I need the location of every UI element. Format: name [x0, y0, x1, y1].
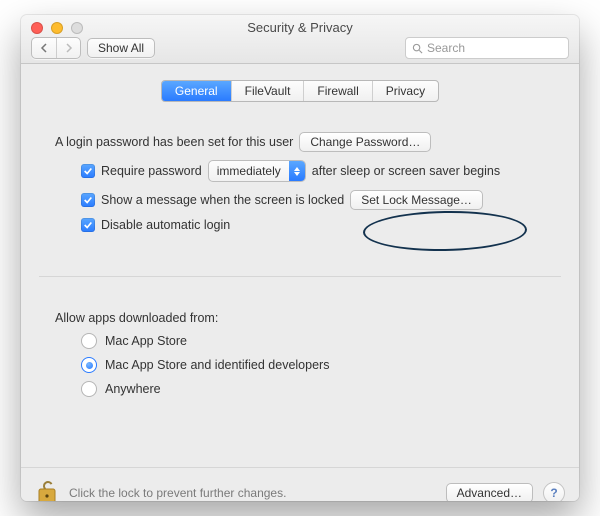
lock-message-label: Show a message when the screen is locked: [101, 193, 344, 207]
radio-identified-devs[interactable]: [81, 357, 97, 373]
stepper-arrows-icon: [289, 161, 305, 181]
require-password-checkbox[interactable]: [81, 164, 95, 178]
tab-firewall[interactable]: Firewall: [303, 81, 371, 101]
gatekeeper-section: Allow apps downloaded from: Mac App Stor…: [39, 295, 561, 415]
require-password-label-before: Require password: [101, 164, 202, 178]
tab-privacy[interactable]: Privacy: [372, 81, 438, 101]
lock-message-checkbox[interactable]: [81, 193, 95, 207]
lock-icon[interactable]: [35, 479, 59, 501]
check-icon: [83, 195, 93, 205]
require-password-label-after: after sleep or screen saver begins: [312, 164, 500, 178]
search-icon: [412, 43, 423, 54]
search-field[interactable]: Search: [405, 37, 569, 59]
titlebar: Security & Privacy Show All Search: [21, 15, 579, 64]
lock-hint: Click the lock to prevent further change…: [69, 486, 286, 500]
tab-bar: General FileVault Firewall Privacy: [161, 80, 439, 102]
radio-anywhere[interactable]: [81, 381, 97, 397]
change-password-button[interactable]: Change Password…: [299, 132, 431, 152]
check-icon: [83, 220, 93, 230]
body: General FileVault Firewall Privacy A log…: [21, 80, 579, 501]
toolbar: Show All Search: [31, 37, 569, 59]
footer: Click the lock to prevent further change…: [21, 467, 579, 501]
nav-segment: [31, 37, 81, 59]
window-title: Security & Privacy: [21, 20, 579, 35]
password-section: A login password has been set for this u…: [39, 120, 561, 250]
tab-filevault[interactable]: FileVault: [231, 81, 304, 101]
gatekeeper-heading: Allow apps downloaded from:: [55, 311, 218, 325]
help-button[interactable]: ?: [543, 482, 565, 501]
advanced-button[interactable]: Advanced…: [446, 483, 533, 501]
set-lock-message-button[interactable]: Set Lock Message…: [350, 190, 483, 210]
forward-button[interactable]: [56, 38, 80, 58]
radio-anywhere-label: Anywhere: [105, 382, 161, 396]
disable-auto-login-label: Disable automatic login: [101, 218, 230, 232]
require-password-delay-select[interactable]: immediately: [208, 160, 306, 182]
tab-general[interactable]: General: [162, 81, 231, 101]
divider: [39, 276, 561, 277]
preferences-window: Security & Privacy Show All Search Gener…: [21, 15, 579, 501]
back-button[interactable]: [32, 38, 56, 58]
radio-mac-app-store[interactable]: [81, 333, 97, 349]
disable-auto-login-checkbox[interactable]: [81, 218, 95, 232]
show-all-button[interactable]: Show All: [87, 38, 155, 58]
check-icon: [83, 166, 93, 176]
radio-mac-app-store-label: Mac App Store: [105, 334, 187, 348]
require-password-delay-value: immediately: [209, 164, 289, 178]
password-status-text: A login password has been set for this u…: [55, 135, 293, 149]
radio-identified-devs-label: Mac App Store and identified developers: [105, 358, 329, 372]
search-placeholder: Search: [427, 41, 465, 55]
